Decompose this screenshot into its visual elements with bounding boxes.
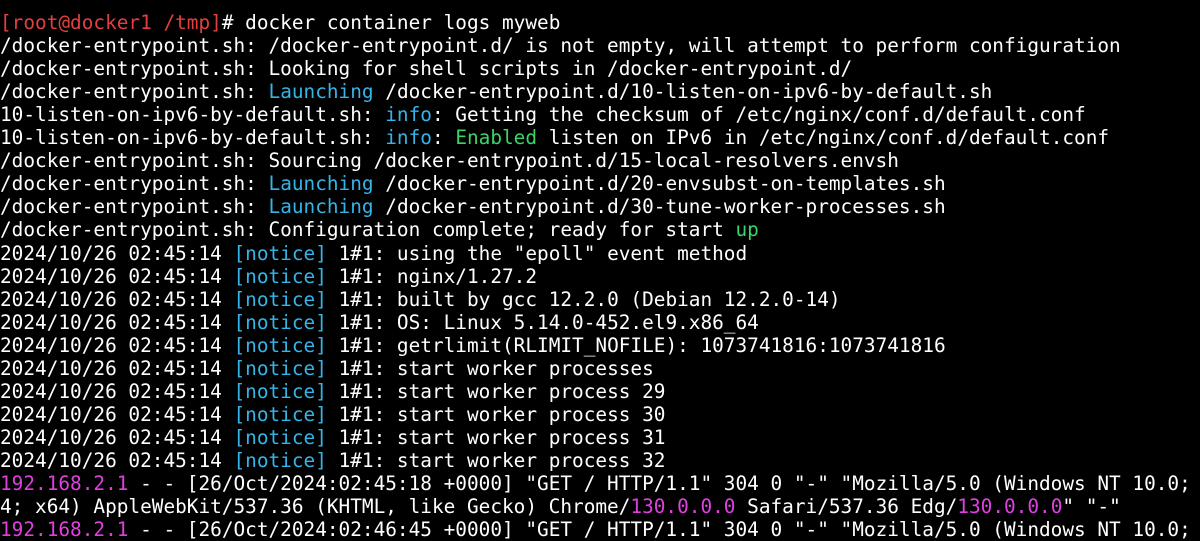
log-text: /docker-entrypoint.sh: (0, 172, 269, 196)
log-text: /docker-entrypoint.sh: /docker-entrypoin… (0, 34, 1121, 58)
log-line: 2024/10/26 02:45:14 [notice] 1#1: start … (0, 426, 1200, 449)
log-keyword: [notice] (233, 241, 327, 265)
terminal-output[interactable]: [root@docker1 /tmp]# docker container lo… (0, 0, 1200, 541)
log-text: 2024/10/26 02:45:14 (0, 379, 234, 403)
log-keyword: [notice] (233, 379, 327, 403)
log-keyword: Launching (268, 80, 374, 104)
log-line: 192.168.2.1 - - [26/Oct/2024:02:45:18 +0… (0, 472, 1200, 495)
log-highlight: 130.0.0.0 (630, 495, 736, 519)
log-keyword: [notice] (233, 333, 327, 357)
log-text: 1#1: start worker process 31 (326, 425, 666, 449)
log-text: - - [26/Oct/2024:02:46:45 +0000] "GET / … (128, 518, 1200, 541)
log-line: 2024/10/26 02:45:14 [notice] 1#1: getrli… (0, 334, 1200, 357)
log-keyword: info (385, 126, 432, 150)
log-keyword: [notice] (233, 264, 327, 288)
log-text: 2024/10/26 02:45:14 (0, 448, 234, 472)
log-keyword: [notice] (233, 425, 327, 449)
command-line: [root@docker1 /tmp]# docker container lo… (0, 11, 1200, 34)
log-text: /docker-entrypoint.sh: Looking for shell… (0, 57, 853, 81)
log-text: 1#1: OS: Linux 5.14.0-452.el9.x86_64 (326, 310, 759, 334)
log-text: 2024/10/26 02:45:14 (0, 425, 234, 449)
log-keyword: [notice] (233, 356, 327, 380)
log-line: 2024/10/26 02:45:14 [notice] 1#1: OS: Li… (0, 311, 1200, 334)
log-line: 2024/10/26 02:45:14 [notice] 1#1: built … (0, 288, 1200, 311)
log-text: 4; x64) AppleWebKit/537.36 (KHTML, like … (0, 495, 631, 519)
log-text: /docker-entrypoint.d/30-tune-worker-proc… (373, 195, 946, 219)
log-text: /docker-entrypoint.sh: (0, 195, 269, 219)
log-keyword: [notice] (233, 287, 327, 311)
log-line: 4; x64) AppleWebKit/537.36 (KHTML, like … (0, 495, 1200, 518)
log-text: " "-" (1062, 495, 1121, 519)
log-text: 2024/10/26 02:45:14 (0, 333, 234, 357)
log-line: 2024/10/26 02:45:14 [notice] 1#1: start … (0, 380, 1200, 403)
log-line: 2024/10/26 02:45:14 [notice] 1#1: start … (0, 449, 1200, 472)
log-text: 1#1: start worker process 29 (326, 379, 666, 403)
log-line: 192.168.2.1 - - [26/Oct/2024:02:46:45 +0… (0, 518, 1200, 541)
log-text: : (431, 126, 456, 150)
log-text: 1#1: built by gcc 12.2.0 (Debian 12.2.0-… (326, 287, 841, 311)
log-text: 2024/10/26 02:45:14 (0, 402, 234, 426)
log-keyword: info (385, 103, 432, 127)
log-text: /docker-entrypoint.sh: Sourcing /docker-… (0, 149, 899, 173)
log-highlight: 130.0.0.0 (957, 495, 1063, 519)
log-text: 10-listen-on-ipv6-by-default.sh: (0, 103, 386, 127)
log-line: /docker-entrypoint.sh: Looking for shell… (0, 57, 1200, 80)
log-keyword: Launching (268, 195, 374, 219)
log-line: /docker-entrypoint.sh: Launching /docker… (0, 195, 1200, 218)
log-line: /docker-entrypoint.sh: Launching /docker… (0, 80, 1200, 103)
log-text: 2024/10/26 02:45:14 (0, 287, 234, 311)
log-text: 2024/10/26 02:45:14 (0, 241, 234, 265)
log-text: /docker-entrypoint.d/20-envsubst-on-temp… (373, 172, 946, 196)
log-line: 10-listen-on-ipv6-by-default.sh: info: E… (0, 126, 1200, 149)
log-text: : Getting the checksum of /etc/nginx/con… (431, 103, 1086, 127)
log-keyword: Launching (268, 172, 374, 196)
log-text: 1#1: using the "epoll" event method (326, 241, 748, 265)
log-line: /docker-entrypoint.sh: Sourcing /docker-… (0, 149, 1200, 172)
log-line: /docker-entrypoint.sh: Configuration com… (0, 218, 1200, 241)
log-text: 1#1: getrlimit(RLIMIT_NOFILE): 107374181… (326, 333, 946, 357)
log-text: 2024/10/26 02:45:14 (0, 356, 234, 380)
log-text: 1#1: start worker process 30 (326, 402, 666, 426)
log-text: 2024/10/26 02:45:14 (0, 310, 234, 334)
log-line: 2024/10/26 02:45:14 [notice] 1#1: using … (0, 242, 1200, 265)
log-text: 1#1: start worker processes (326, 356, 654, 380)
log-keyword: [notice] (233, 448, 327, 472)
log-line: 2024/10/26 02:45:14 [notice] 1#1: start … (0, 403, 1200, 426)
log-text: # docker container logs myweb (221, 11, 561, 35)
log-keyword: [notice] (233, 402, 327, 426)
log-line: 10-listen-on-ipv6-by-default.sh: info: G… (0, 103, 1200, 126)
log-text: /docker-entrypoint.sh: Configuration com… (0, 218, 736, 242)
log-line: /docker-entrypoint.sh: /docker-entrypoin… (0, 34, 1200, 57)
log-text: /docker-entrypoint.sh: (0, 80, 269, 104)
log-status-word: Enabled (455, 126, 538, 150)
log-text: 10-listen-on-ipv6-by-default.sh: (0, 126, 386, 150)
log-line: 2024/10/26 02:45:14 [notice] 1#1: start … (0, 357, 1200, 380)
log-text: /docker-entrypoint.d/10-listen-on-ipv6-b… (373, 80, 993, 104)
log-line: 2024/10/26 02:45:14 [notice] 1#1: nginx/… (0, 265, 1200, 288)
log-text: listen on IPv6 in /etc/nginx/conf.d/defa… (537, 126, 1110, 150)
shell-prompt: [root@docker1 /tmp] (0, 11, 222, 35)
log-status-word: up (735, 218, 759, 242)
log-text: Safari/537.36 Edg/ (735, 495, 958, 519)
log-text: 2024/10/26 02:45:14 (0, 264, 234, 288)
log-text: 1#1: start worker process 32 (326, 448, 666, 472)
log-highlight: 192.168.2.1 (0, 518, 129, 541)
log-highlight: 192.168.2.1 (0, 471, 129, 495)
log-text: 1#1: nginx/1.27.2 (326, 264, 538, 288)
log-text: - - [26/Oct/2024:02:45:18 +0000] "GET / … (128, 471, 1200, 495)
log-line: /docker-entrypoint.sh: Launching /docker… (0, 172, 1200, 195)
log-keyword: [notice] (233, 310, 327, 334)
